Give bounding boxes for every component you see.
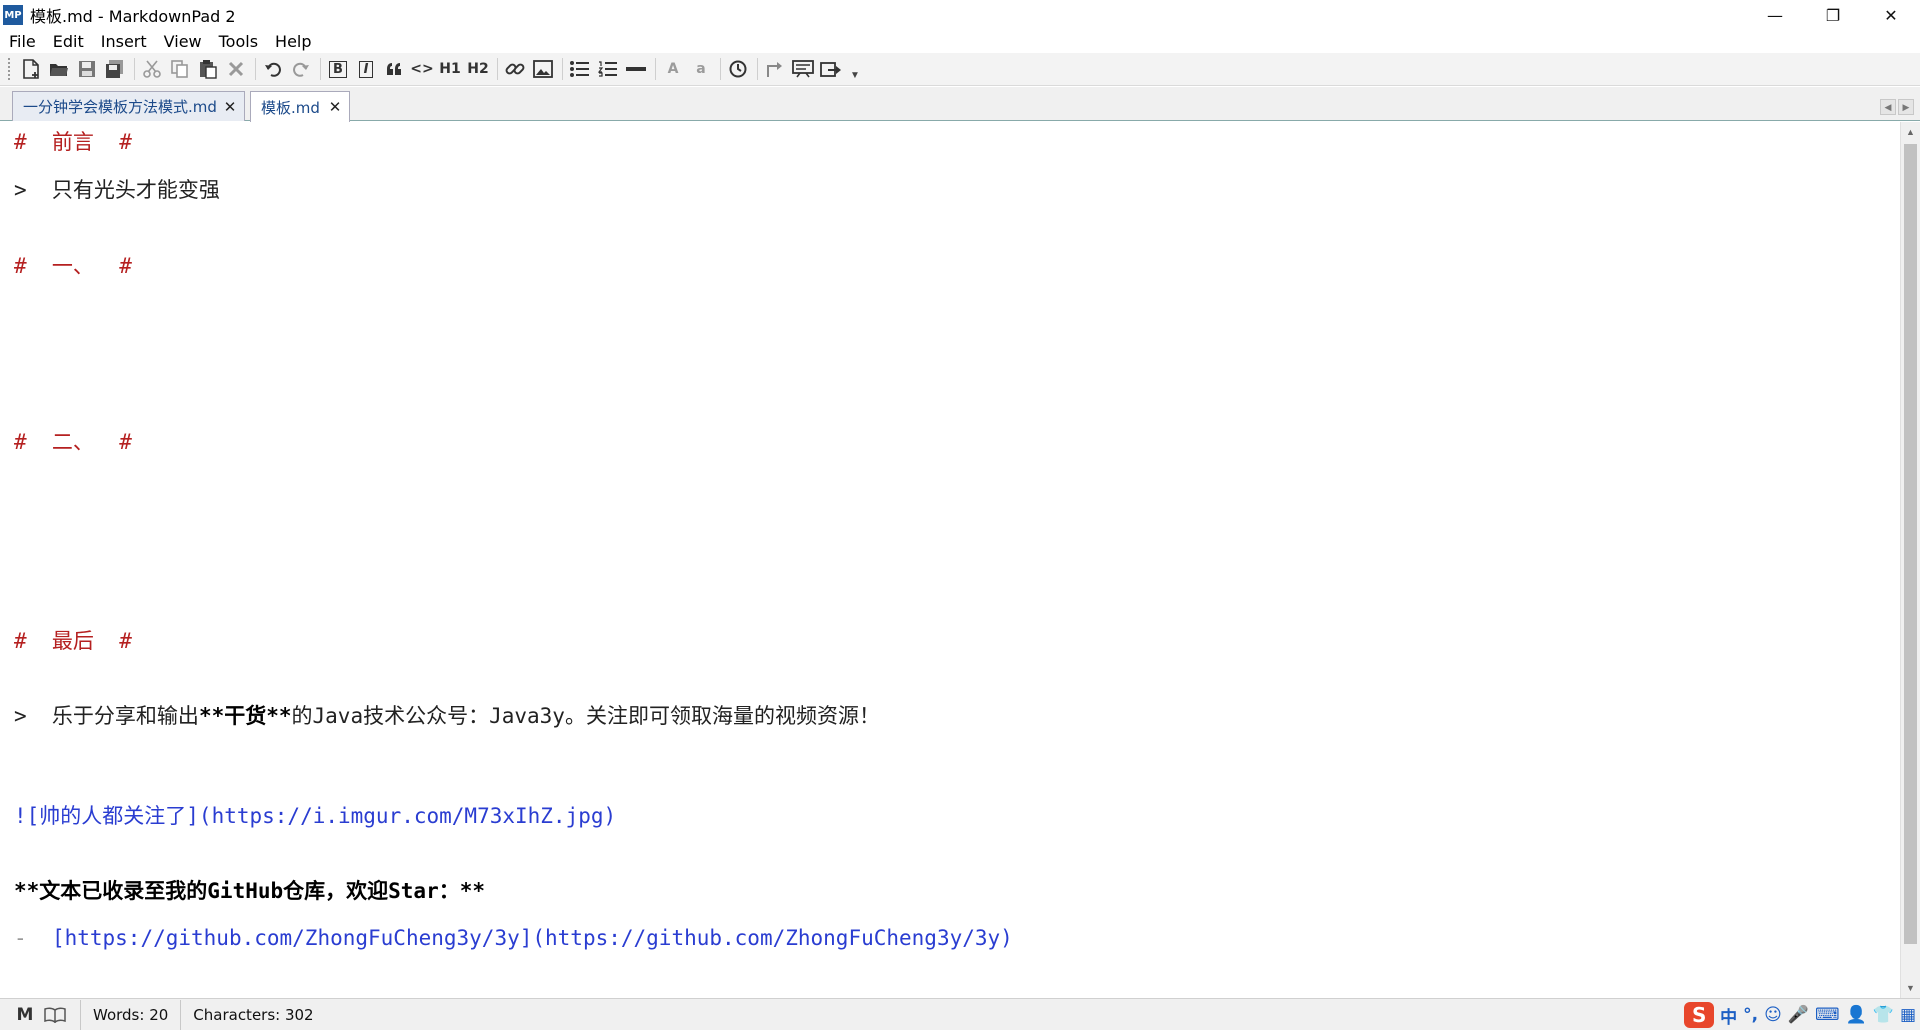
open-folder-icon[interactable]: [46, 56, 72, 82]
ime-skin-icon[interactable]: 👕: [1873, 1005, 1894, 1025]
timestamp-icon[interactable]: [725, 56, 751, 82]
menu-file[interactable]: File: [0, 32, 44, 51]
link-icon[interactable]: [502, 56, 528, 82]
italic-icon-glyph: I: [358, 60, 374, 78]
title-bar: MP 模板.md - MarkdownPad 2 — ❐ ✕: [0, 0, 1920, 30]
vertical-scrollbar[interactable]: ▲ ▼: [1900, 122, 1920, 998]
minimize-button[interactable]: —: [1746, 0, 1804, 30]
quote-text-end: 的Java技术公众号：Java3y。关注即可领取海量的视频资源！: [291, 704, 880, 728]
bold-icon[interactable]: B: [325, 56, 351, 82]
menu-bar: File Edit Insert View Tools Help: [0, 30, 1920, 53]
tab-template-method-pattern[interactable]: 一分钟学会模板方法模式.md ✕: [12, 91, 245, 121]
toolbar-separator: [255, 58, 256, 80]
quote-text-start: > 乐于分享和输出: [14, 704, 199, 728]
ime-language-toggle[interactable]: 中: [1720, 1003, 1737, 1028]
bold-text: **干货**: [198, 704, 292, 728]
toolbar-separator: [720, 58, 721, 80]
sogou-logo-icon[interactable]: S: [1684, 1002, 1715, 1028]
menu-help[interactable]: Help: [266, 32, 319, 51]
tab-close-icon[interactable]: ✕: [222, 98, 238, 116]
delete-icon[interactable]: [223, 56, 249, 82]
editor-line-quote-share: > 乐于分享和输出**干货**的Java技术公众号：Java3y。关注即可领取海…: [14, 700, 880, 730]
lowercase-icon[interactable]: a: [688, 56, 714, 82]
restore-button[interactable]: ❐: [1804, 0, 1862, 30]
toolbar-separator: [134, 58, 135, 80]
italic-icon[interactable]: I: [353, 56, 379, 82]
h2-icon[interactable]: H2: [465, 56, 491, 82]
save-icon[interactable]: [74, 56, 100, 82]
scroll-down-icon[interactable]: ▼: [1901, 978, 1920, 998]
menu-tools[interactable]: Tools: [210, 32, 266, 51]
app-icon: MP: [3, 5, 23, 25]
ime-user-icon[interactable]: 👤: [1846, 1005, 1867, 1025]
editor-line-heading-last: # 最后 #: [14, 629, 132, 653]
ime-punctuation-icon[interactable]: °,: [1743, 1005, 1758, 1025]
window-controls: — ❐ ✕: [1746, 0, 1920, 30]
h1-icon[interactable]: H1: [437, 56, 463, 82]
horizontal-rule-icon[interactable]: [623, 56, 649, 82]
copy-icon[interactable]: [167, 56, 193, 82]
tab-template[interactable]: 模板.md ✕: [250, 91, 350, 122]
tab-scroll-right-icon[interactable]: ▶: [1898, 99, 1914, 115]
sync-scroll-icon[interactable]: [762, 56, 788, 82]
editor-line-heading-two: # 二、 #: [14, 430, 132, 454]
tab-strip: 一分钟学会模板方法模式.md ✕ 模板.md ✕ ◀ ▶: [0, 87, 1920, 122]
toolbar-separator: [655, 58, 656, 80]
editor-line-github-note: **文本已收录至我的GitHub仓库，欢迎Star：**: [14, 879, 486, 903]
tab-close-icon[interactable]: ✕: [327, 98, 343, 116]
redo-icon[interactable]: [288, 56, 314, 82]
list-marker: -: [14, 926, 52, 950]
window-title: 模板.md - MarkdownPad 2: [30, 7, 236, 26]
image-icon[interactable]: [530, 56, 556, 82]
scroll-up-icon[interactable]: ▲: [1901, 122, 1920, 142]
save-all-icon[interactable]: [102, 56, 128, 82]
tab-label: 模板.md: [261, 98, 320, 117]
ime-toolbar: S 中 °, ☺ 🎤 ⌨ 👤 👕 ▦: [1684, 1002, 1916, 1028]
menu-edit[interactable]: Edit: [44, 32, 92, 51]
editor-line-heading-preface: # 前言 #: [14, 130, 132, 154]
toolbar-grip[interactable]: [8, 58, 12, 80]
tab-label: 一分钟学会模板方法模式.md: [23, 98, 217, 116]
tab-scroll-left-icon[interactable]: ◀: [1880, 99, 1896, 115]
word-count: Words: 20: [93, 1005, 169, 1024]
ime-emoji-icon[interactable]: ☺: [1764, 1005, 1782, 1025]
export-icon[interactable]: [818, 56, 844, 82]
quote-icon[interactable]: [381, 56, 407, 82]
ime-keyboard-icon[interactable]: ⌨: [1815, 1005, 1840, 1025]
uppercase-icon[interactable]: A: [660, 56, 686, 82]
markdown-icon[interactable]: M: [14, 1004, 36, 1026]
editor-line-heading-one: # 一、 #: [14, 254, 132, 278]
code-icon[interactable]: <>: [409, 56, 435, 82]
github-link-text: [https://github.com/ZhongFuCheng3y/3y](h…: [51, 926, 1013, 950]
toolbar-separator: [562, 58, 563, 80]
close-button[interactable]: ✕: [1862, 0, 1920, 30]
toolbar-separator: [320, 58, 321, 80]
preview-icon[interactable]: [790, 56, 816, 82]
bullet-list-icon[interactable]: [567, 56, 593, 82]
toolbar-overflow-icon[interactable]: ▼: [850, 70, 860, 81]
undo-icon[interactable]: [260, 56, 286, 82]
ime-toolbox-icon[interactable]: ▦: [1900, 1005, 1916, 1025]
ime-voice-icon[interactable]: 🎤: [1788, 1005, 1809, 1025]
toolbar-separator: [757, 58, 758, 80]
editor-line-github-link: - [https://github.com/ZhongFuCheng3y/3y]…: [14, 926, 1013, 950]
editor-line-quote-motto: > 只有光头才能变强: [14, 178, 220, 202]
menu-view[interactable]: View: [155, 32, 210, 51]
numbered-list-icon[interactable]: [595, 56, 621, 82]
editor-line-image-link: ![帅的人都关注了](https://i.imgur.com/M73xIhZ.j…: [14, 804, 617, 828]
new-file-icon[interactable]: [18, 56, 44, 82]
toolbar: B I <> H1 H2 A a ▼: [0, 53, 1920, 86]
bold-icon-glyph: B: [329, 60, 347, 78]
tab-scroll-arrows: ◀ ▶: [1880, 99, 1914, 115]
markdown-editor[interactable]: # 前言 # > 只有光头才能变强 # 一、 # # 二、 # # 最后 # >…: [0, 122, 1920, 998]
book-icon[interactable]: [44, 1004, 66, 1026]
scrollbar-thumb[interactable]: [1904, 144, 1917, 944]
menu-insert[interactable]: Insert: [92, 32, 155, 51]
toolbar-separator: [497, 58, 498, 80]
paste-icon[interactable]: [195, 56, 221, 82]
cut-icon[interactable]: [139, 56, 165, 82]
status-bar: M Words: 20 Characters: 302 S 中 °, ☺ 🎤 ⌨…: [0, 998, 1920, 1030]
character-count: Characters: 302: [193, 1005, 314, 1024]
